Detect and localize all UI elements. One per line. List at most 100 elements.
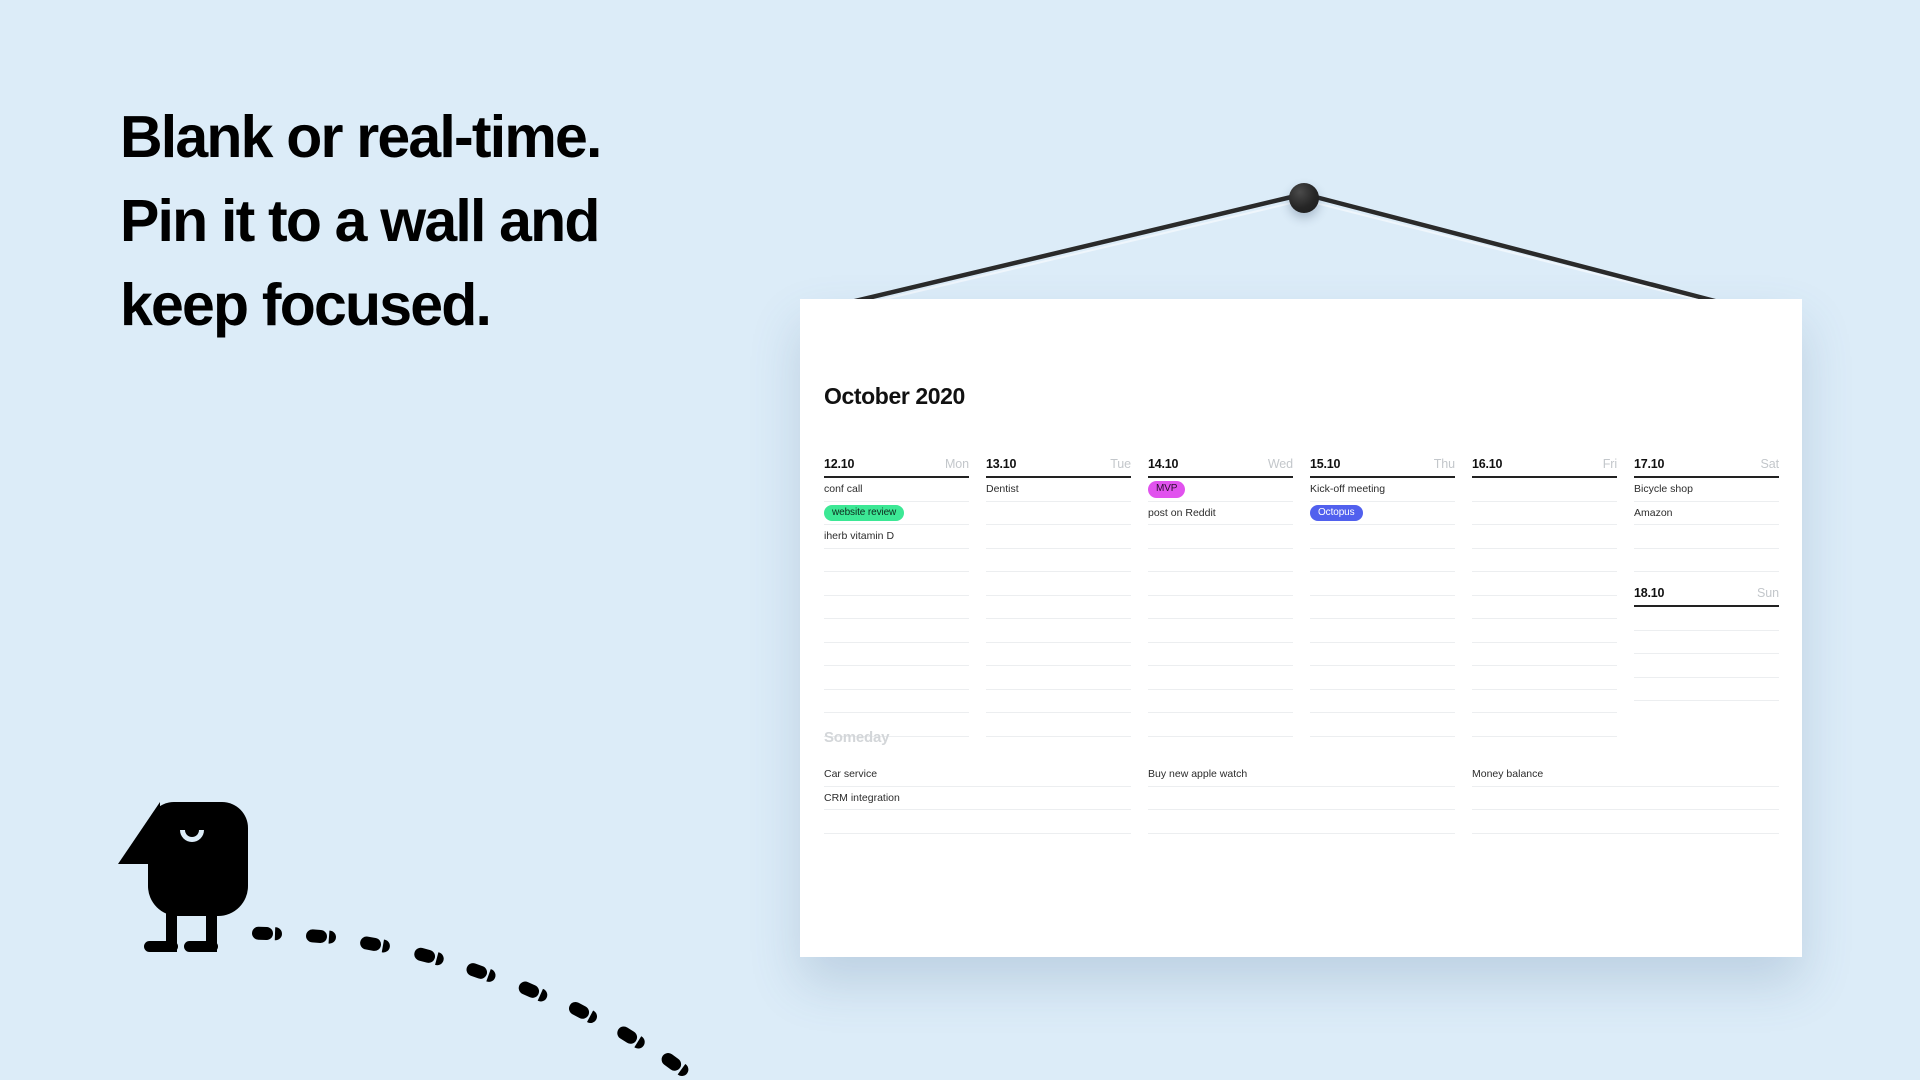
empty-row[interactable] (1472, 572, 1617, 596)
task-row[interactable]: Octopus (1310, 502, 1455, 525)
empty-row[interactable] (1472, 478, 1617, 502)
bird-foot-left-icon (144, 941, 178, 952)
task-row[interactable]: post on Reddit (1148, 502, 1293, 525)
empty-row[interactable] (1472, 525, 1617, 549)
day-date: 13.10 (986, 457, 1017, 471)
someday-column-1: Car service CRM integration (824, 763, 1131, 834)
empty-row[interactable] (1472, 619, 1617, 643)
empty-row[interactable] (1472, 787, 1779, 810)
empty-row[interactable] (986, 596, 1131, 619)
empty-row[interactable] (1148, 572, 1293, 596)
task-row[interactable]: Kick-off meeting (1310, 478, 1455, 502)
empty-row[interactable] (1148, 787, 1455, 810)
day-weekday: Sat (1760, 457, 1780, 471)
empty-row[interactable] (986, 690, 1131, 713)
day-rows (1472, 478, 1617, 737)
task-row[interactable]: website review (824, 502, 969, 525)
page-headline: Blank or real-time. Pin it to a wall and… (120, 95, 840, 347)
empty-row[interactable] (1148, 619, 1293, 643)
day-header: 13.10 Tue (986, 457, 1131, 478)
empty-row[interactable] (1148, 549, 1293, 572)
day-date: 15.10 (1310, 457, 1341, 471)
day-rows: Kick-off meeting Octopus (1310, 478, 1455, 737)
empty-row[interactable] (1148, 596, 1293, 619)
task-row[interactable]: Dentist (986, 478, 1131, 502)
bird-foot-right-icon (184, 941, 218, 952)
empty-row[interactable] (824, 643, 969, 666)
day-header: 17.10 Sat (1634, 457, 1779, 478)
day-date: 16.10 (1472, 457, 1503, 471)
empty-row[interactable] (1148, 810, 1455, 834)
day-date: 12.10 (824, 457, 855, 471)
empty-row[interactable] (1310, 596, 1455, 619)
empty-row[interactable] (1148, 690, 1293, 713)
empty-row[interactable] (1310, 666, 1455, 690)
task-row[interactable]: Amazon (1634, 502, 1779, 525)
empty-row[interactable] (1310, 572, 1455, 596)
empty-row[interactable] (1472, 596, 1617, 619)
empty-row[interactable] (824, 690, 969, 713)
empty-row[interactable] (1634, 654, 1779, 678)
empty-row[interactable] (1310, 690, 1455, 713)
empty-row[interactable] (824, 619, 969, 643)
empty-row[interactable] (1634, 631, 1779, 654)
empty-row[interactable] (1634, 607, 1779, 631)
empty-row[interactable] (1634, 525, 1779, 549)
empty-row[interactable] (986, 643, 1131, 666)
headline-line-1: Blank or real-time. (120, 104, 602, 170)
task-row[interactable]: conf call (824, 478, 969, 502)
someday-row[interactable]: Car service (824, 763, 1131, 787)
task-text: iherb vitamin D (824, 530, 895, 543)
day-column-thu: 15.10 Thu Kick-off meeting Octopus (1310, 457, 1455, 737)
task-text: Kick-off meeting (1310, 483, 1386, 496)
empty-row[interactable] (1148, 643, 1293, 666)
empty-row[interactable] (1472, 666, 1617, 690)
empty-row[interactable] (824, 596, 969, 619)
footprint-icon (464, 961, 498, 984)
someday-text: CRM integration (824, 791, 900, 804)
empty-row[interactable] (1148, 666, 1293, 690)
empty-row[interactable] (1472, 643, 1617, 666)
empty-row[interactable] (986, 619, 1131, 643)
empty-row[interactable] (986, 572, 1131, 596)
empty-row[interactable] (1310, 619, 1455, 643)
someday-columns: Car service CRM integration Buy new appl… (824, 763, 1779, 834)
day-weekday: Fri (1602, 457, 1617, 471)
task-text: Bicycle shop (1634, 483, 1693, 496)
empty-row[interactable] (986, 502, 1131, 525)
day-date: 14.10 (1148, 457, 1179, 471)
task-pill: MVP (1148, 481, 1186, 498)
empty-row[interactable] (986, 666, 1131, 690)
empty-row[interactable] (986, 549, 1131, 572)
someday-row[interactable]: Money balance (1472, 763, 1779, 787)
empty-row[interactable] (824, 549, 969, 572)
someday-row[interactable]: CRM integration (824, 787, 1131, 810)
empty-row[interactable] (824, 666, 969, 690)
bird-mascot-icon (118, 792, 248, 952)
someday-row[interactable]: Buy new apple watch (1148, 763, 1455, 787)
day-rows: conf call website review iherb vitamin D (824, 478, 969, 737)
empty-row[interactable] (986, 525, 1131, 549)
footprint-icon (359, 935, 391, 954)
someday-text: Money balance (1472, 768, 1544, 781)
empty-row[interactable] (824, 810, 1131, 834)
day-header: 16.10 Fri (1472, 457, 1617, 478)
empty-row[interactable] (1310, 525, 1455, 549)
empty-row[interactable] (1310, 643, 1455, 666)
task-row[interactable]: iherb vitamin D (824, 525, 969, 549)
task-row[interactable]: Bicycle shop (1634, 478, 1779, 502)
headline-line-2: Pin it to a wall and (120, 188, 600, 254)
empty-row[interactable] (1472, 690, 1617, 713)
empty-row[interactable] (824, 572, 969, 596)
task-row[interactable]: MVP (1148, 478, 1293, 502)
empty-row[interactable] (1310, 549, 1455, 572)
empty-row[interactable] (1472, 502, 1617, 525)
empty-row[interactable] (1148, 525, 1293, 549)
footprint-icon (614, 1024, 648, 1051)
day-rows: Bicycle shop Amazon (1634, 478, 1779, 572)
headline-line-3: keep focused. (120, 272, 492, 338)
empty-row[interactable] (1634, 678, 1779, 701)
empty-row[interactable] (1472, 810, 1779, 834)
empty-row[interactable] (1634, 549, 1779, 572)
empty-row[interactable] (1472, 549, 1617, 572)
